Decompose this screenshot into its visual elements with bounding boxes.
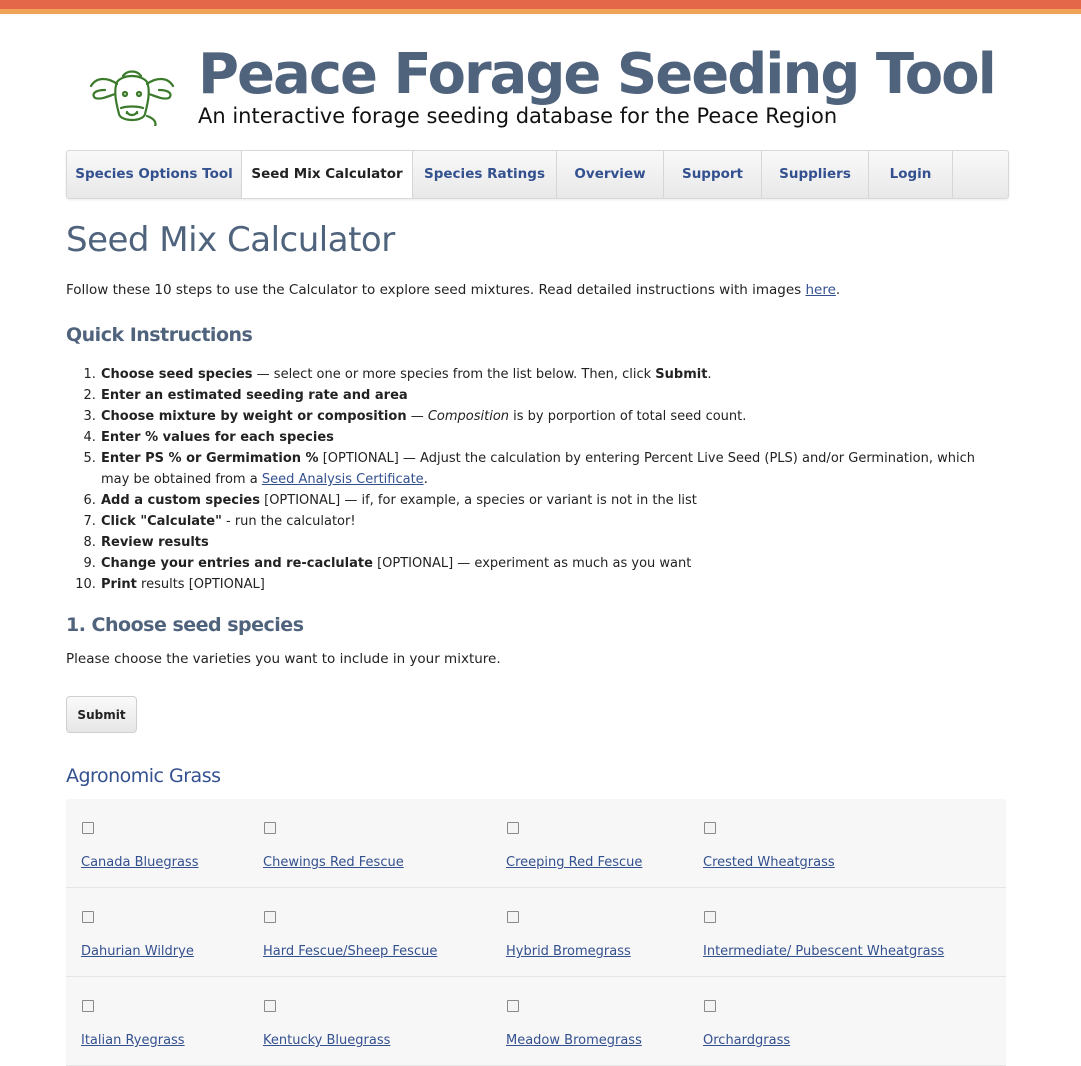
- species-checkbox[interactable]: [264, 1000, 276, 1012]
- species-checkbox[interactable]: [507, 1000, 519, 1012]
- nav-login[interactable]: Login: [869, 151, 953, 198]
- species-grid: Canada Bluegrass Chewings Red Fescue Cre…: [66, 799, 1006, 1066]
- species-row: Canada Bluegrass Chewings Red Fescue Cre…: [66, 799, 1006, 888]
- step-item: Print results [OPTIONAL]: [100, 574, 1006, 595]
- species-checkbox[interactable]: [704, 911, 716, 923]
- species-link[interactable]: Orchardgrass: [703, 1033, 790, 1048]
- species-link[interactable]: Dahurian Wildrye: [81, 944, 194, 959]
- species-row: Italian Ryegrass Kentucky Bluegrass Mead…: [66, 977, 1006, 1066]
- species-link[interactable]: Chewings Red Fescue: [263, 855, 404, 870]
- step-item: Change your entries and re-caclulate [OP…: [100, 553, 1006, 574]
- nav-suppliers[interactable]: Suppliers: [762, 151, 869, 198]
- species-link[interactable]: Canada Bluegrass: [81, 855, 198, 870]
- main-nav: Species Options Tool Seed Mix Calculator…: [66, 150, 1009, 199]
- species-link[interactable]: Hard Fescue/Sheep Fescue: [263, 944, 437, 959]
- species-checkbox[interactable]: [82, 822, 94, 834]
- nav-support[interactable]: Support: [664, 151, 762, 198]
- step-item: Enter % values for each species: [100, 427, 1006, 448]
- quick-instructions-heading: Quick Instructions: [66, 324, 253, 346]
- species-checkbox[interactable]: [264, 911, 276, 923]
- nav-seed-mix-calculator[interactable]: Seed Mix Calculator: [242, 151, 413, 198]
- species-link[interactable]: Hybrid Bromegrass: [506, 944, 631, 959]
- species-checkbox[interactable]: [704, 1000, 716, 1012]
- instructions-link[interactable]: here: [805, 282, 835, 298]
- choose-species-heading: 1. Choose seed species: [66, 614, 304, 636]
- step-item: Add a custom species [OPTIONAL] — if, fo…: [100, 490, 1006, 511]
- species-link[interactable]: Crested Wheatgrass: [703, 855, 835, 870]
- site-subtitle: An interactive forage seeding database f…: [198, 104, 838, 128]
- species-checkbox[interactable]: [704, 822, 716, 834]
- species-checkbox[interactable]: [82, 911, 94, 923]
- submit-button[interactable]: Submit: [66, 696, 137, 733]
- top-accent-bar: [0, 0, 1081, 9]
- species-row: Dahurian Wildrye Hard Fescue/Sheep Fescu…: [66, 888, 1006, 977]
- top-accent-bar-secondary: [0, 9, 1081, 14]
- main-content: Seed Mix Calculator Follow these 10 step…: [66, 220, 1006, 1066]
- species-link[interactable]: Creeping Red Fescue: [506, 855, 642, 870]
- species-checkbox[interactable]: [82, 1000, 94, 1012]
- nav-species-options-tool[interactable]: Species Options Tool: [67, 151, 242, 198]
- choose-species-text: Please choose the varieties you want to …: [66, 651, 501, 667]
- nav-species-ratings[interactable]: Species Ratings: [413, 151, 557, 198]
- step-item: Review results: [100, 532, 1006, 553]
- cow-head-icon[interactable]: [87, 66, 177, 126]
- step-item: Enter PS % or Germimation % [OPTIONAL] —…: [100, 448, 1006, 490]
- species-checkbox[interactable]: [507, 822, 519, 834]
- species-link[interactable]: Kentucky Bluegrass: [263, 1033, 390, 1048]
- species-link[interactable]: Italian Ryegrass: [81, 1033, 185, 1048]
- seed-analysis-certificate-link[interactable]: Seed Analysis Certificate: [262, 472, 424, 487]
- page-title: Seed Mix Calculator: [66, 220, 395, 260]
- site-header: Peace Forage Seeding Tool An interactive…: [87, 42, 997, 140]
- species-checkbox[interactable]: [507, 911, 519, 923]
- instruction-steps: Choose seed species — select one or more…: [66, 364, 1006, 595]
- species-link[interactable]: Meadow Bromegrass: [506, 1033, 642, 1048]
- intro-text: Follow these 10 steps to use the Calcula…: [66, 282, 841, 298]
- step-item: Choose seed species — select one or more…: [100, 364, 1006, 385]
- species-checkbox[interactable]: [264, 822, 276, 834]
- nav-overview[interactable]: Overview: [557, 151, 664, 198]
- category-title: Agronomic Grass: [66, 765, 221, 787]
- species-link[interactable]: Intermediate/ Pubescent Wheatgrass: [703, 944, 944, 959]
- step-item: Click "Calculate" - run the calculator!: [100, 511, 1006, 532]
- step-item: Enter an estimated seeding rate and area: [100, 385, 1006, 406]
- site-title[interactable]: Peace Forage Seeding Tool: [198, 42, 997, 107]
- step-item: Choose mixture by weight or composition …: [100, 406, 1006, 427]
